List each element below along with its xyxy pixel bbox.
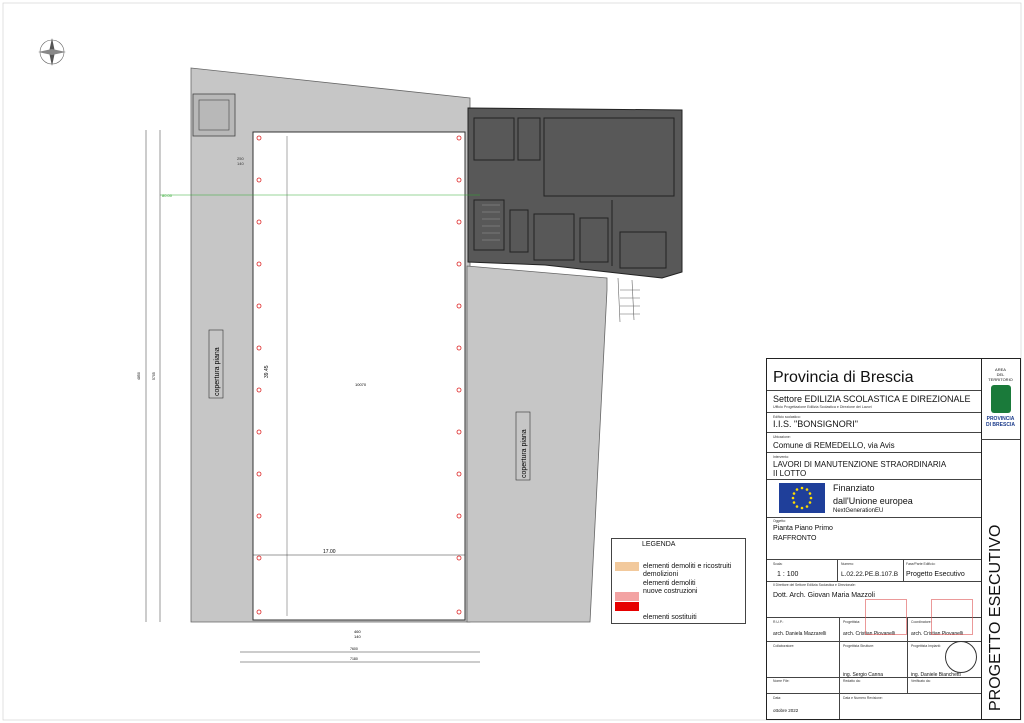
hall-label: 10070 xyxy=(355,382,367,387)
legend: LEGENDA elementi demoliti e ricostruiti … xyxy=(611,538,746,624)
side-dimension-a: 4850 xyxy=(137,372,141,380)
scale-value: 1 : 100 xyxy=(777,571,799,578)
compass-icon xyxy=(38,38,66,66)
revision-label: Data e Numero Revisione: xyxy=(843,696,883,700)
structures-label: Progettista Strutture: xyxy=(843,644,875,648)
roof-area-right xyxy=(466,265,608,623)
subject-line-2: RAFFRONTO xyxy=(773,535,817,542)
subject-label: Oggetto: xyxy=(773,519,787,523)
office-name: Ufficio Progettazione Edilizia Scolastic… xyxy=(773,405,872,409)
checked-by-label: Verificato da: xyxy=(911,679,931,683)
work-label: Intervento: xyxy=(773,455,790,459)
organization-name: Provincia di Brescia xyxy=(773,369,914,386)
school-name: I.I.S. "BONSIGNORI" xyxy=(773,419,858,429)
bay-label-bottom: 140 xyxy=(237,161,244,166)
roof-label-right: copertura piana xyxy=(521,429,528,478)
designer-label: Progettista: xyxy=(843,620,861,624)
legend-swatch-3 xyxy=(615,602,639,611)
dimension-height: 39.45 xyxy=(264,365,270,378)
legend-item-2b: nuove costruzioni xyxy=(643,588,698,595)
area-line-3: TERRITORIO xyxy=(988,377,1013,382)
sector-name: Settore EDILIZIA SCOLASTICA E DIREZIONAL… xyxy=(773,394,971,404)
legend-item-1b: demolizioni xyxy=(643,571,679,578)
side-dimension-b: 5705 xyxy=(152,372,156,380)
date-label: Data: xyxy=(773,696,782,700)
director-label: Il Direttore del Settore Edilizia Scolas… xyxy=(773,583,856,587)
collaborator-label: Collaboratore: xyxy=(773,644,795,648)
drawn-by-label: Redatto da: xyxy=(843,679,861,683)
drawing-sheet: 80.00 17.00 10070 39.45 4850 5705 7600 7… xyxy=(0,0,1024,723)
director-name: Dott. Arch. Giovan Maria Mazzoli xyxy=(773,592,875,599)
legend-item-2: elementi demoliti xyxy=(643,580,696,587)
date-value: ottobre 2022 xyxy=(773,708,799,713)
number-label: Numero: xyxy=(841,562,855,566)
axis-label: 80.00 xyxy=(162,193,173,198)
stamp-icon xyxy=(865,599,907,635)
province-crest-icon xyxy=(991,385,1011,413)
work-line-2: II LOTTO xyxy=(773,469,807,478)
total-dimension-a: 7600 xyxy=(350,647,358,651)
eu-funded-line-2: dall'Unione europea xyxy=(833,496,913,506)
seal-icon xyxy=(945,641,977,673)
legend-item-1: elementi demoliti e ricostruiti xyxy=(643,563,732,570)
service-block xyxy=(467,107,683,279)
location: Comune di REMEDELLO, via Avis xyxy=(773,441,895,450)
eu-funded-line-1: Finanziato xyxy=(833,483,875,493)
location-label: Ubicazione: xyxy=(773,435,791,439)
drawing-number: L.02.22.PE.B.107.B xyxy=(841,571,899,578)
legend-swatch-2 xyxy=(615,592,639,601)
roof-label-left: copertura piana xyxy=(214,347,221,396)
file-label: Nome File: xyxy=(773,679,790,683)
dimension-width: 17.00 xyxy=(323,549,336,555)
eu-flag-icon xyxy=(779,483,825,513)
legend-title: LEGENDA xyxy=(642,541,676,548)
stamp-icon xyxy=(931,599,973,635)
title-block: Provincia di Brescia Settore EDILIZIA SC… xyxy=(766,358,1021,720)
eu-funded-line-3: NextGenerationEU xyxy=(833,508,884,514)
project-phase-vertical: PROGETTO ESECUTIVO xyxy=(987,524,1004,711)
phase-label: Fase/Parte Edificio: xyxy=(906,562,936,566)
scale-label: Scala: xyxy=(773,562,783,566)
subject-line-1: Pianta Piano Primo xyxy=(773,525,833,532)
coordinator-label: Coordinatore: xyxy=(911,620,932,624)
province-line-2: DI BRESCIA xyxy=(986,422,1015,428)
phase-value: Progetto Esecutivo xyxy=(906,571,965,578)
rup-name: arch. Daniela Mazzarelli xyxy=(773,631,827,637)
gap-subdimension: 140 xyxy=(354,634,361,639)
gym-hall xyxy=(252,131,466,621)
plants-label: Progettista Impianti: xyxy=(911,644,941,648)
total-dimension-b: 7180 xyxy=(350,657,358,661)
legend-swatch-1 xyxy=(615,562,639,571)
rup-label: R.U.P.: xyxy=(773,620,784,624)
work-line-1: LAVORI DI MANUTENZIONE STRAORDINARIA xyxy=(773,460,947,469)
legend-item-3: elementi sostituiti xyxy=(643,614,697,621)
